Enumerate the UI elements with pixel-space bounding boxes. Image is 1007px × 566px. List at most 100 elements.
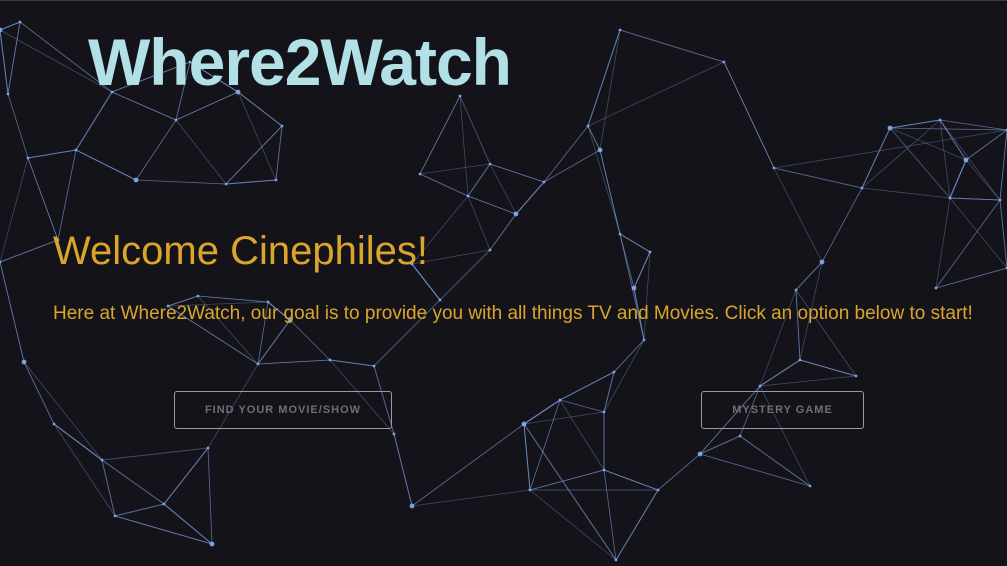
network-node [521, 421, 527, 427]
network-line [739, 435, 811, 487]
network-line [773, 167, 823, 263]
welcome-heading: Welcome Cinephiles! [53, 229, 428, 273]
network-node [280, 124, 284, 128]
network-line [619, 29, 725, 63]
network-line [889, 127, 951, 199]
network-line [411, 423, 525, 507]
network-node [513, 211, 519, 217]
network-line [101, 447, 209, 461]
network-node [174, 118, 178, 122]
network-line [0, 157, 29, 263]
network-node [948, 196, 952, 200]
network-node [738, 434, 742, 438]
network-line [467, 195, 491, 251]
network-line [949, 197, 1001, 201]
network-line [615, 489, 659, 561]
network-node [224, 182, 228, 186]
network-node [466, 194, 470, 198]
network-line [489, 213, 517, 251]
network-line [999, 129, 1007, 201]
mystery-game-button[interactable]: MYSTERY GAME [701, 391, 864, 429]
network-line [163, 503, 213, 545]
page: Where2Watch Welcome Cinephiles! Here at … [0, 0, 1007, 566]
network-line [75, 149, 137, 181]
network-line [619, 233, 651, 253]
network-node [100, 458, 104, 462]
network-line [207, 447, 213, 545]
network-node [612, 370, 616, 374]
network-line [821, 187, 863, 263]
network-node [488, 162, 492, 166]
network-line [257, 359, 331, 365]
network-node [722, 60, 726, 64]
network-line [419, 163, 491, 175]
network-line [114, 503, 165, 517]
network-node [697, 451, 703, 457]
network-line [861, 187, 951, 199]
find-movie-show-button[interactable]: FIND YOUR MOVIE/SHOW [174, 391, 392, 429]
network-line [861, 127, 891, 189]
network-line [603, 339, 645, 413]
network-node [934, 286, 938, 290]
network-line [27, 149, 77, 159]
network-node [209, 541, 215, 547]
network-node [631, 285, 637, 291]
network-node [887, 125, 893, 131]
network-line [603, 469, 617, 561]
network-node [392, 432, 396, 436]
network-node [74, 148, 78, 152]
network-line [393, 433, 413, 507]
network-node [0, 27, 3, 33]
network-node [256, 362, 260, 366]
network-node [614, 558, 618, 562]
network-line [587, 61, 725, 127]
network-line [237, 91, 277, 181]
network-line [467, 163, 491, 197]
network-node [542, 180, 546, 184]
network-node [206, 446, 210, 450]
network-line [135, 119, 177, 181]
network-line [7, 93, 29, 159]
network-node [938, 118, 942, 122]
network-node [274, 178, 278, 182]
network-line [965, 159, 1001, 201]
network-node [162, 502, 166, 506]
network-line [411, 489, 531, 507]
network-line [603, 469, 659, 491]
network-node [798, 358, 802, 362]
network-line [699, 453, 811, 487]
network-line [523, 423, 617, 561]
network-node [772, 166, 776, 170]
network-line [7, 21, 21, 95]
network-line [529, 489, 617, 561]
network-node [21, 359, 27, 365]
network-line [275, 125, 283, 181]
network-node [648, 250, 652, 254]
network-node [602, 410, 606, 414]
network-line [799, 359, 857, 377]
network-node [558, 398, 562, 402]
network-node [819, 259, 825, 265]
network-line [965, 129, 1007, 161]
network-line [935, 197, 951, 289]
network-line [523, 423, 531, 491]
network-node [418, 172, 422, 176]
network-line [935, 199, 1001, 289]
network-node [488, 248, 492, 252]
network-line [587, 125, 621, 235]
network-line [795, 261, 823, 291]
network-node [26, 156, 30, 160]
network-line [515, 181, 545, 215]
network-line [587, 29, 621, 127]
network-node [597, 147, 603, 153]
network-node [133, 177, 139, 183]
network-line [523, 399, 561, 425]
network-line [135, 179, 227, 185]
network-node [52, 422, 56, 426]
network-line [543, 125, 589, 183]
network-line [0, 21, 21, 31]
brand-title[interactable]: Where2Watch [88, 22, 512, 102]
network-line [599, 149, 621, 235]
network-line [759, 375, 857, 387]
network-line [949, 159, 967, 199]
